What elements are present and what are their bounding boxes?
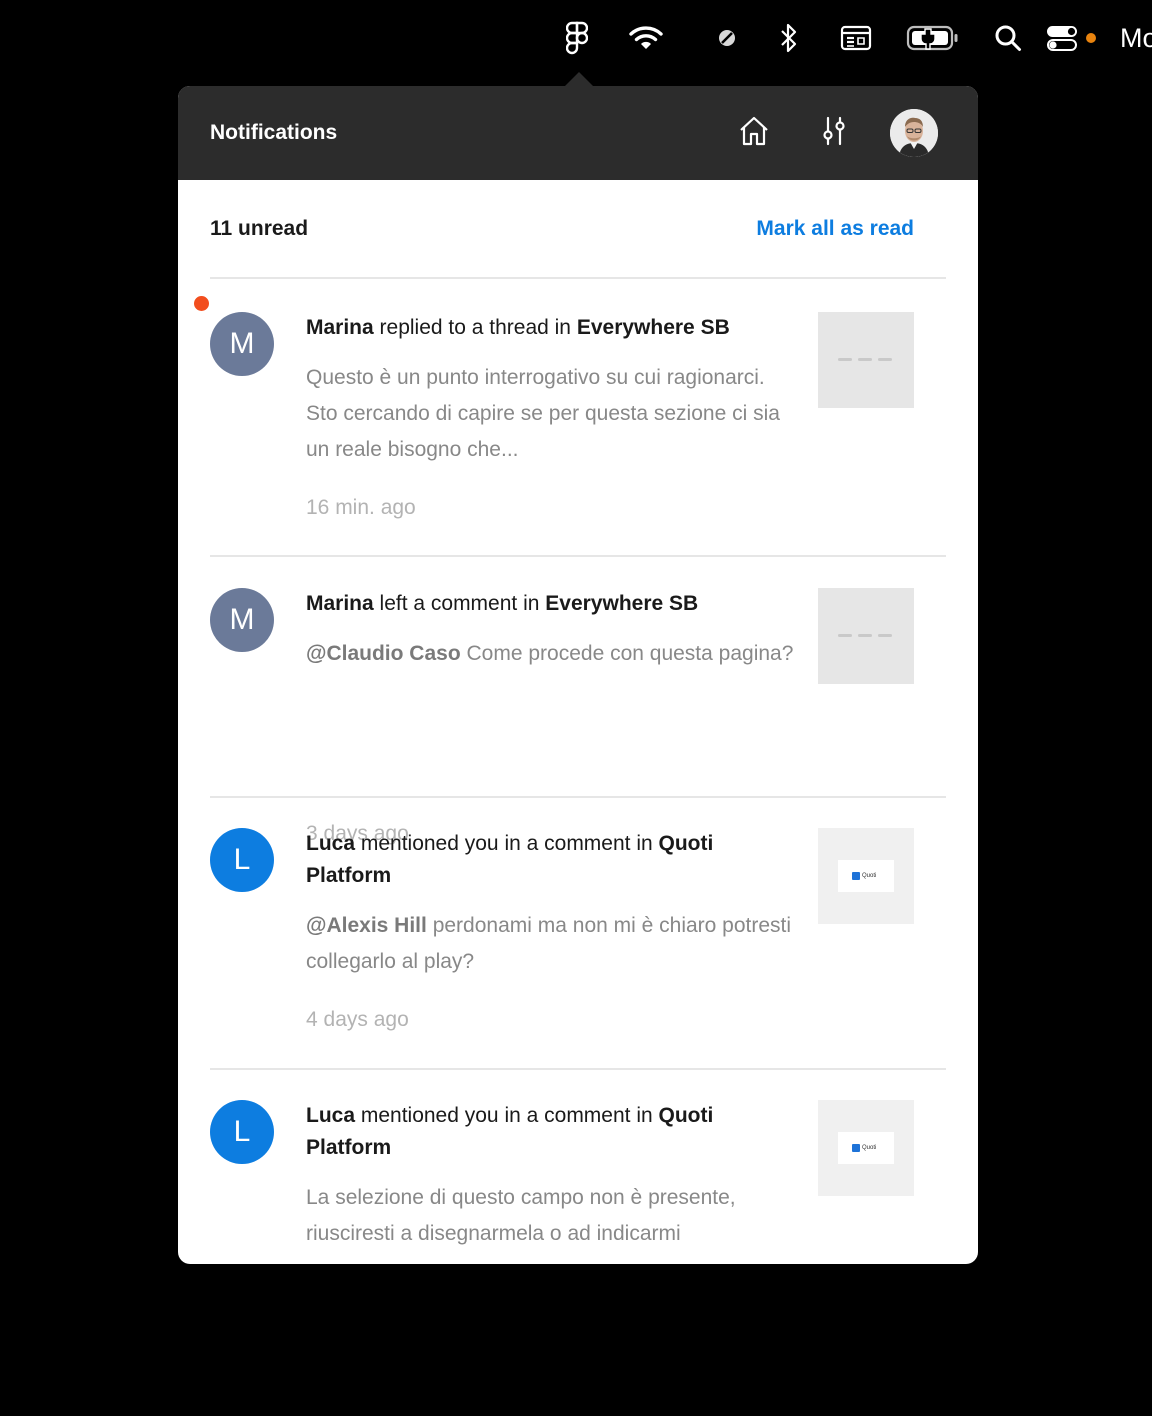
notifications-subheader: 11 unread Mark all as read [178, 180, 978, 278]
timestamp: 4 days ago [306, 1008, 409, 1031]
action-text: left a comment in [373, 592, 546, 615]
notification-body: @Alexis Hill perdonami ma non mi è chiar… [306, 908, 796, 980]
search-icon[interactable] [992, 18, 1024, 58]
timestamp: 16 min. ago [306, 496, 416, 519]
notification-headline: Marina replied to a thread in Everywhere… [306, 312, 786, 344]
panel-header: Notifications [178, 86, 978, 180]
control-center-icon[interactable] [1044, 18, 1080, 58]
actor-name: Marina [306, 592, 374, 615]
thumbnail-card: Quoti [838, 1132, 894, 1164]
unread-indicator [194, 296, 209, 311]
no-entry-icon[interactable] [714, 18, 740, 58]
status-dot [1084, 18, 1098, 58]
notification-item[interactable]: M Marina replied to a thread in Everywhe… [178, 279, 978, 555]
action-text: replied to a thread in [373, 316, 577, 339]
avatar: L [210, 828, 274, 892]
file-name: Everywhere SB [576, 316, 730, 339]
comment-text: Questo è un punto interrogativo su cui r… [306, 366, 780, 461]
notification-body: Questo è un punto interrogativo su cui r… [306, 360, 796, 468]
file-thumbnail[interactable]: Quoti [818, 828, 914, 924]
menu-bar-clipped-text: Mo [1120, 23, 1152, 53]
popover-caret [564, 72, 594, 87]
home-button[interactable] [730, 109, 778, 157]
settings-sliders-icon [818, 115, 850, 152]
notification-item[interactable]: M Marina left a comment in Everywhere SB… [178, 557, 978, 845]
notification-headline: Marina left a comment in Everywhere SB [306, 588, 786, 620]
file-thumbnail[interactable]: Quoti [818, 1100, 914, 1196]
notifications-panel: Notifications 11 unread Mark all as read… [178, 86, 978, 1264]
panel-title: Notifications [210, 121, 338, 144]
avatar: M [210, 312, 274, 376]
actor-name: Marina [306, 316, 374, 339]
mention: @Claudio Caso [306, 642, 461, 665]
thumbnail-placeholder [838, 358, 894, 362]
action-text: mentioned you in a comment in [355, 832, 659, 855]
unread-count: 11 unread [210, 217, 309, 240]
quoti-logo-icon [852, 1144, 860, 1152]
keyboard-shortcuts-icon[interactable] [838, 18, 874, 58]
notification-body: @Claudio Caso Come procede con questa pa… [306, 636, 796, 672]
battery-charging-icon[interactable] [904, 18, 962, 58]
bluetooth-icon[interactable] [776, 18, 802, 58]
actor-name: Luca [306, 832, 356, 855]
thumbnail-card: Quoti [838, 860, 894, 892]
avatar: L [210, 1100, 274, 1164]
home-icon [738, 115, 770, 152]
mark-all-read-button[interactable]: Mark all as read [756, 180, 914, 278]
quoti-logo-icon [852, 872, 860, 880]
comment-text: Come procede con questa pagina? [460, 642, 794, 665]
thumbnail-text: Quoti [862, 1145, 877, 1151]
settings-button[interactable] [810, 109, 858, 157]
user-avatar[interactable] [890, 109, 938, 157]
file-thumbnail[interactable] [818, 588, 914, 684]
mention: @Alexis Hill [306, 914, 427, 937]
file-name: Everywhere SB [545, 592, 699, 615]
notification-item[interactable]: L Luca mentioned you in a comment in Quo… [178, 1070, 978, 1264]
notification-headline: Luca mentioned you in a comment in Quoti… [306, 828, 786, 892]
thumbnail-placeholder [838, 634, 894, 638]
notification-body: La selezione di questo campo non è prese… [306, 1180, 796, 1252]
thumbnail-text: Quoti [862, 873, 877, 879]
file-thumbnail[interactable] [818, 312, 914, 408]
menu-bar: Mo [0, 0, 1152, 76]
notification-headline: Luca mentioned you in a comment in Quoti… [306, 1100, 786, 1164]
notification-item[interactable]: L Luca mentioned you in a comment in Quo… [178, 798, 978, 1068]
wifi-icon[interactable] [626, 18, 666, 58]
figma-icon[interactable] [560, 18, 594, 58]
comment-text: La selezione di questo campo non è prese… [306, 1186, 736, 1245]
action-text: mentioned you in a comment in [355, 1104, 659, 1127]
avatar: M [210, 588, 274, 652]
actor-name: Luca [306, 1104, 356, 1127]
